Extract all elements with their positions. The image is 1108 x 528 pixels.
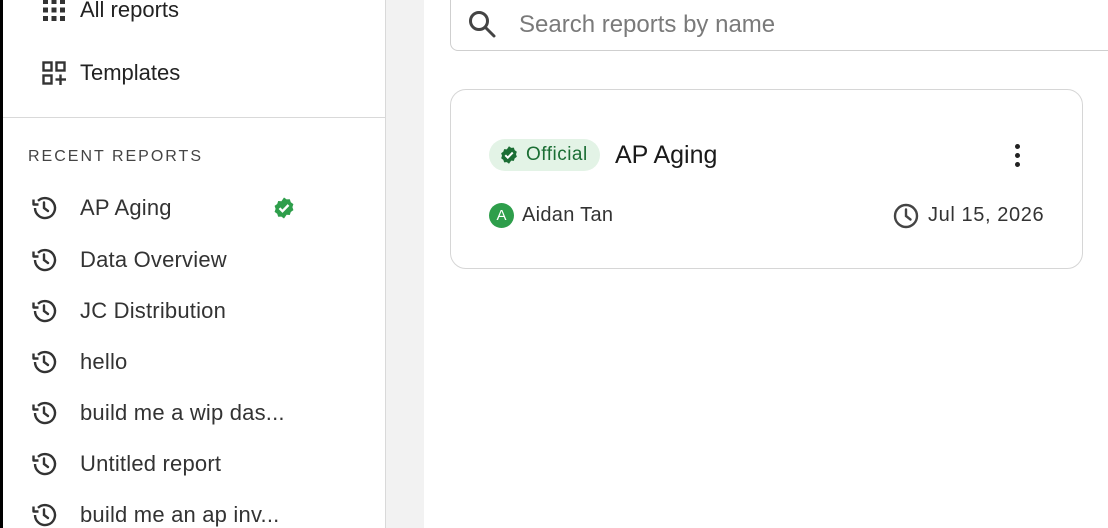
history-icon	[32, 452, 57, 476]
nav-item-label: All reports	[80, 0, 180, 22]
sidebar: All reports Templates RECENT REPORTS AP …	[3, 0, 386, 528]
history-icon	[32, 196, 57, 220]
recent-report-item[interactable]: AP Aging	[3, 188, 385, 228]
avatar: A	[489, 203, 514, 228]
template-add-icon	[40, 59, 68, 87]
more-options-icon[interactable]	[1004, 138, 1030, 172]
search-box	[450, 0, 1108, 51]
author-name: Aidan Tan	[522, 204, 614, 226]
report-title[interactable]: AP Aging	[615, 141, 717, 170]
verified-icon	[501, 146, 517, 164]
nav-item-label: Templates	[80, 60, 181, 85]
gutter	[386, 0, 424, 528]
main-content: Official AP Aging A Aidan Tan Jul 15, 20…	[424, 0, 1108, 528]
badge-label: Official	[526, 144, 588, 165]
history-icon	[32, 350, 57, 374]
recent-report-label: Untitled report	[80, 451, 222, 476]
nav-item-templates[interactable]: Templates	[3, 53, 385, 93]
official-badge: Official	[489, 139, 600, 171]
nav-item-all-reports[interactable]: All reports	[3, 0, 385, 30]
clock-icon	[893, 203, 919, 229]
history-icon	[32, 248, 57, 272]
recent-report-item[interactable]: Untitled report	[3, 444, 385, 484]
recent-report-item[interactable]: hello	[3, 342, 385, 382]
report-card[interactable]: Official AP Aging A Aidan Tan Jul 15, 20…	[450, 89, 1083, 269]
recent-report-label: build me an ap inv...	[80, 502, 280, 527]
sidebar-divider	[3, 117, 385, 118]
recent-report-label: hello	[80, 349, 128, 374]
recent-report-label: build me a wip das...	[80, 400, 285, 425]
search-icon[interactable]	[467, 9, 497, 39]
history-icon	[32, 503, 57, 527]
report-date: Jul 15, 2026	[928, 204, 1045, 226]
recent-report-item[interactable]: Data Overview	[3, 240, 385, 280]
history-icon	[32, 401, 57, 425]
verified-icon	[274, 197, 294, 219]
recent-reports-heading: RECENT REPORTS	[28, 148, 203, 165]
recent-report-label: JC Distribution	[80, 298, 227, 323]
recent-report-item[interactable]: JC Distribution	[3, 291, 385, 331]
grid-icon	[40, 0, 68, 24]
recent-report-item[interactable]: build me an ap inv...	[3, 495, 385, 528]
recent-report-label: Data Overview	[80, 247, 227, 272]
search-input[interactable]	[517, 8, 1041, 42]
recent-report-label: AP Aging	[80, 195, 172, 220]
history-icon	[32, 299, 57, 323]
recent-report-item[interactable]: build me a wip das...	[3, 393, 385, 433]
